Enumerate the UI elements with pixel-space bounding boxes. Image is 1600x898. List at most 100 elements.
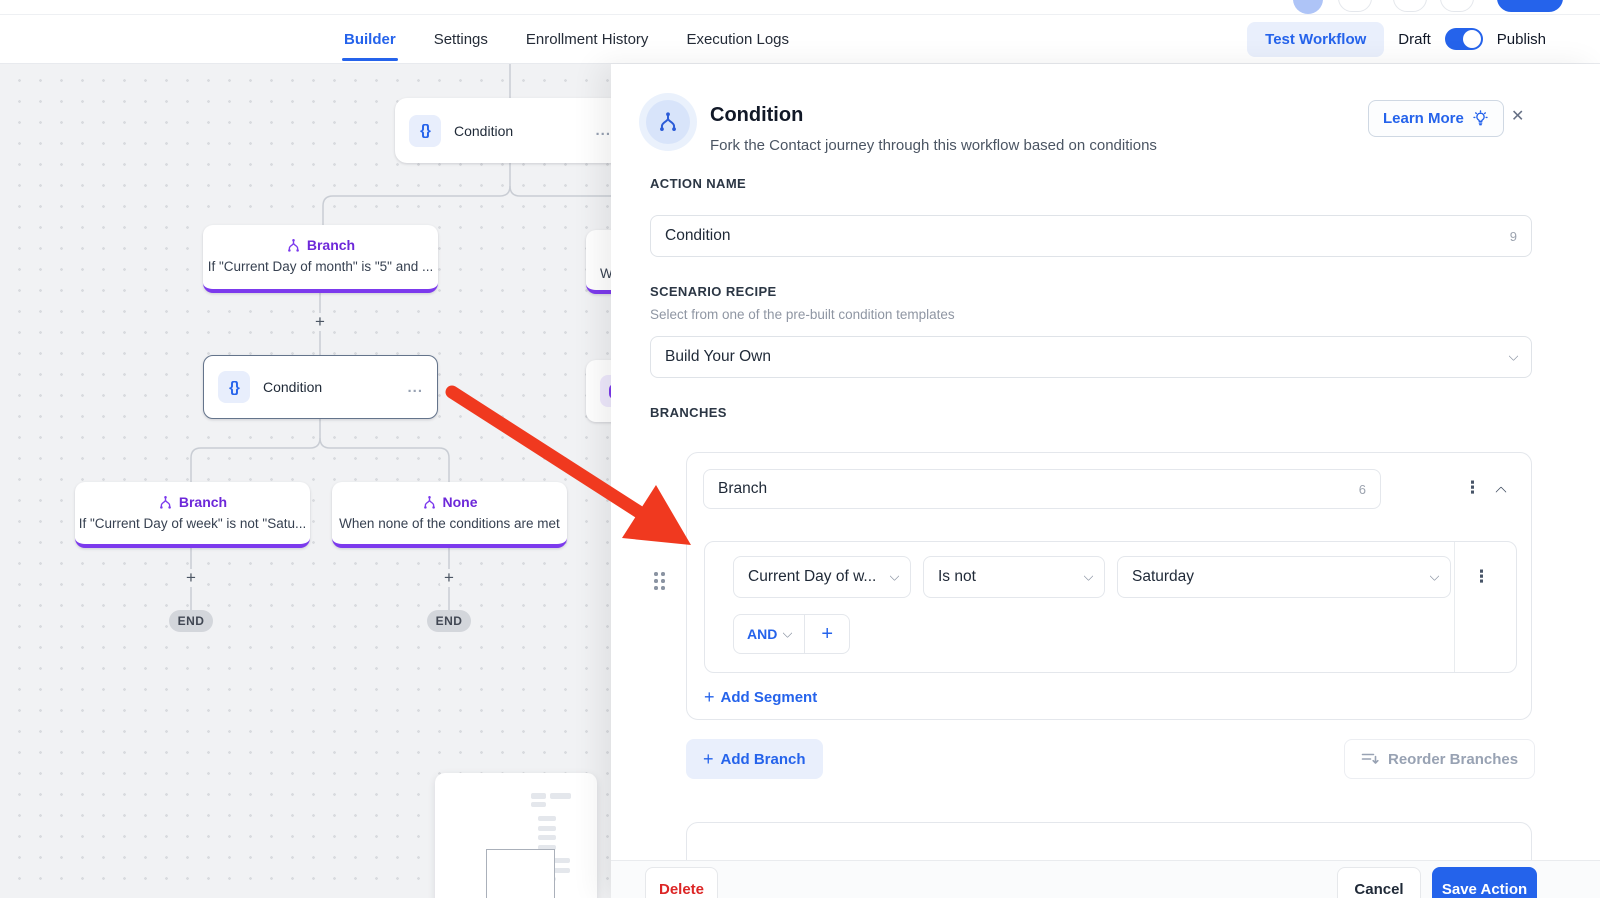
reorder-branches-button[interactable]: Reorder Branches — [1344, 739, 1536, 779]
tab-settings[interactable]: Settings — [434, 15, 488, 63]
chevron-down-icon — [889, 570, 900, 581]
tab-settings-label: Settings — [433, 30, 488, 48]
learn-more-label: Learn More — [1383, 110, 1464, 127]
learn-more-button[interactable]: Learn More — [1368, 100, 1504, 137]
segment-value: Saturday — [1132, 568, 1195, 585]
chevron-down-icon — [1429, 570, 1440, 581]
branch-fork-icon — [287, 238, 299, 252]
close-icon[interactable]: ✕ — [1511, 106, 1524, 126]
nav-right-controls: Test Workflow Draft Publish — [1247, 15, 1546, 63]
condition-settings-panel: Condition Fork the Contact journey throu… — [611, 64, 1600, 898]
delete-button[interactable]: Delete — [645, 867, 718, 898]
plus-icon: + — [703, 748, 714, 769]
node-condition-selected[interactable]: {} Condition ... — [203, 355, 438, 419]
logic-operator-select[interactable]: AND — [734, 615, 804, 653]
segment-card: Current Day of w... Is not Saturday ⋮ AN… — [704, 541, 1517, 673]
drag-handle[interactable] — [654, 572, 666, 591]
action-name-label: ACTION NAME — [650, 176, 747, 191]
add-branch-button[interactable]: + Add Branch — [686, 739, 823, 779]
test-workflow-button[interactable]: Test Workflow — [1247, 21, 1385, 57]
logic-operator-value: AND — [747, 626, 778, 642]
node-branch-none[interactable]: None When none of the conditions are met — [332, 482, 567, 548]
tab-execution-logs-label: Execution Logs — [686, 30, 790, 48]
node-menu-icon[interactable]: ... — [595, 122, 611, 139]
scenario-recipe-label: SCENARIO RECIPE — [650, 284, 777, 299]
add-condition-button[interactable]: + — [804, 615, 849, 653]
add-step-button[interactable]: + — [311, 312, 329, 331]
segment-field-value: Current Day of w... — [748, 568, 877, 585]
add-step-button[interactable]: + — [182, 568, 200, 587]
end-marker: END — [169, 610, 213, 632]
end-marker: END — [427, 610, 471, 632]
add-step-button[interactable]: + — [440, 568, 458, 587]
segment-value-select[interactable]: Saturday — [1117, 556, 1451, 598]
tab-execution-logs[interactable]: Execution Logs — [686, 15, 789, 63]
node-branch-partial[interactable]: W — [586, 230, 611, 294]
topbar-button[interactable] — [1393, 0, 1427, 12]
scenario-recipe-select[interactable]: Build Your Own — [650, 336, 1532, 378]
branch-title-label: Branch — [178, 494, 228, 510]
node-menu-icon[interactable]: ... — [407, 379, 423, 396]
divider — [1454, 542, 1455, 672]
topbar-button[interactable] — [1338, 0, 1372, 12]
workflow-builder-app: Builder Settings Enrollment History Exec… — [0, 0, 1600, 898]
publish-toggle[interactable] — [1444, 28, 1483, 50]
scenario-recipe-helper: Select from one of the pre-built conditi… — [650, 307, 955, 322]
avatar[interactable] — [1293, 0, 1323, 14]
panel-title: Condition — [710, 104, 804, 126]
tab-builder-label: Builder — [344, 30, 396, 48]
segment-field-select[interactable]: Current Day of w... — [733, 556, 911, 598]
branch-fork-icon — [423, 495, 435, 509]
topbar — [0, 0, 1600, 15]
plus-icon: + — [704, 687, 715, 707]
braces-icon: {} — [409, 114, 441, 147]
add-segment-label: Add Segment — [720, 689, 818, 706]
branch-title-label: None — [442, 494, 478, 510]
node-label: Condition — [454, 122, 514, 139]
node-branch-month[interactable]: Branch If "Current Day of month" is "5" … — [203, 225, 438, 293]
tab-enrollment-history[interactable]: Enrollment History — [526, 15, 649, 63]
tabs: Builder Settings Enrollment History Exec… — [0, 15, 789, 63]
node-label: Condition — [263, 379, 323, 395]
topbar-primary-button[interactable] — [1497, 0, 1563, 12]
save-action-button[interactable]: Save Action — [1432, 867, 1537, 898]
tab-enrollment-history-label: Enrollment History — [525, 30, 649, 48]
collapse-branch-button[interactable] — [1495, 483, 1507, 501]
branch-name-input[interactable]: Branch 6 — [703, 469, 1381, 509]
branch-menu-icon[interactable]: ⋮ — [1464, 479, 1481, 496]
cancel-button[interactable]: Cancel — [1337, 867, 1421, 898]
reorder-branches-label: Reorder Branches — [1388, 750, 1519, 768]
segment-menu-icon[interactable]: ⋮ — [1473, 568, 1490, 585]
add-segment-button[interactable]: + Add Segment — [704, 687, 817, 708]
node-partial-action[interactable] — [586, 360, 611, 422]
topbar-button[interactable] — [1440, 0, 1474, 12]
action-icon — [600, 375, 611, 407]
char-count: 6 — [1358, 481, 1366, 497]
branch-condition-text: W — [600, 266, 611, 281]
braces-icon: {} — [218, 371, 250, 403]
logic-group: AND + — [733, 614, 851, 654]
node-preview-thumbnail — [435, 773, 597, 898]
branch-title-label: Branch — [306, 237, 356, 253]
chevron-down-icon — [1508, 350, 1519, 361]
branch-fork-icon — [159, 495, 171, 509]
branch-name-value: Branch — [718, 480, 768, 497]
panel-subtitle: Fork the Contact journey through this wo… — [710, 137, 1157, 154]
segment-operator-value: Is not — [938, 568, 976, 585]
branch-title: Branch — [203, 237, 438, 253]
branch-card: Branch 6 ⋮ Current Day of w... Is not Sa… — [686, 452, 1532, 720]
add-branch-label: Add Branch — [720, 750, 806, 768]
publish-label: Publish — [1496, 30, 1546, 48]
lightbulb-icon — [1473, 110, 1488, 126]
scenario-recipe-value: Build Your Own — [665, 348, 771, 365]
segment-operator-select[interactable]: Is not — [923, 556, 1105, 598]
tab-builder[interactable]: Builder — [342, 15, 398, 63]
workflow-canvas[interactable]: {} Condition ... Branch If "Current Day … — [0, 64, 611, 898]
condition-fork-icon — [646, 100, 690, 144]
branch-condition-text: If "Current Day of week" is not "Satu... — [78, 516, 307, 531]
branch-condition-text: When none of the conditions are met — [339, 516, 560, 531]
chevron-down-icon — [782, 627, 793, 638]
action-name-input[interactable]: Condition 9 — [650, 215, 1532, 257]
node-condition-top[interactable]: {} Condition ... — [395, 98, 611, 163]
node-branch-week[interactable]: Branch If "Current Day of week" is not "… — [75, 482, 310, 548]
